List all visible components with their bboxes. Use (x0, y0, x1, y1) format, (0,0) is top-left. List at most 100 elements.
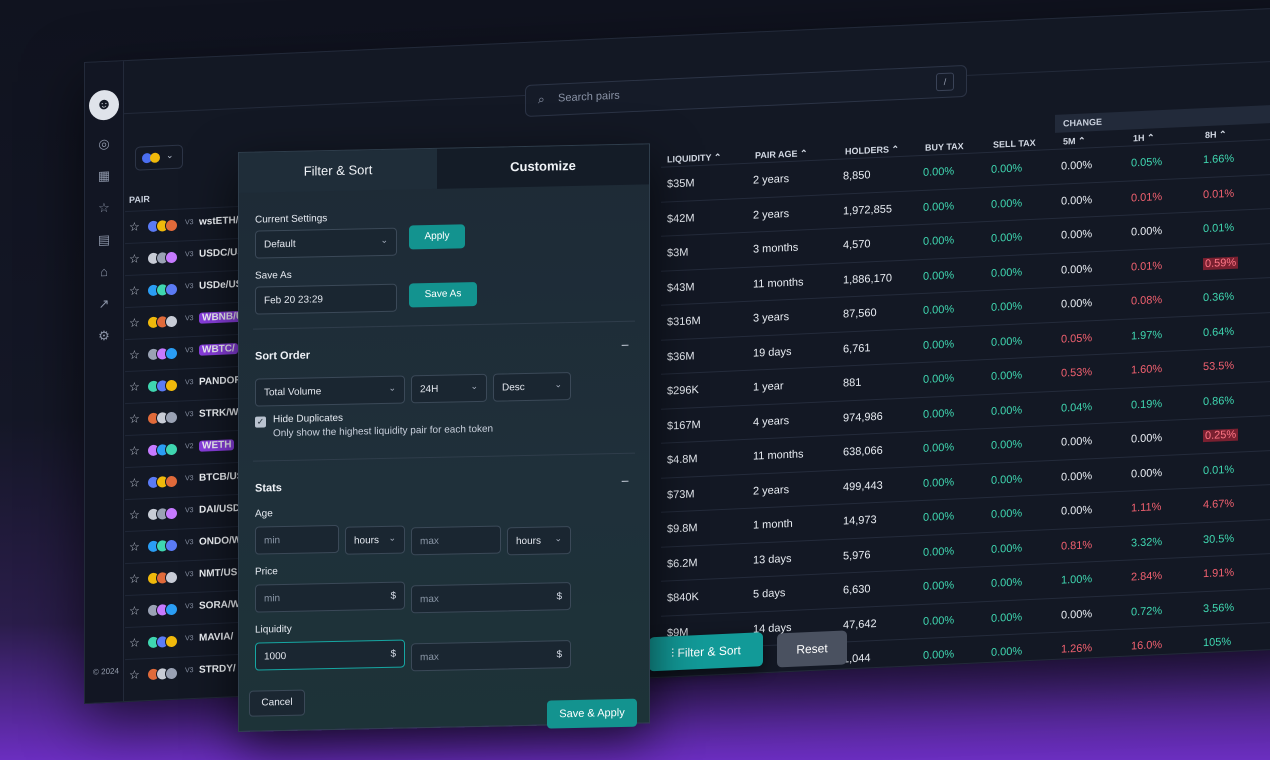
liquidity-cell: $36M (667, 349, 695, 364)
h1-header[interactable]: 1H ⌃ (1133, 132, 1155, 144)
price-max-input[interactable]: max $ (411, 582, 571, 614)
currency-label: $ (390, 590, 396, 602)
pair-name[interactable]: SORA/W (199, 599, 240, 612)
sort-field-select[interactable]: Total Volume ⌄ (255, 375, 405, 407)
sell-tax-header[interactable]: SELL TAX (993, 138, 1036, 150)
change-1h-cell: 0.00% (1131, 432, 1163, 446)
pair-name[interactable]: STRK/W (199, 407, 238, 420)
star-icon[interactable]: ☆ (129, 507, 140, 521)
cancel-button[interactable]: Cancel (249, 689, 305, 717)
hide-duplicates-checkbox[interactable]: ✓ (255, 416, 266, 428)
star-icon[interactable]: ☆ (129, 571, 140, 585)
graduation-icon[interactable]: ⌂ (96, 264, 112, 281)
apply-button[interactable]: Apply (409, 224, 465, 250)
pair-name[interactable]: WBTC/ (199, 343, 238, 356)
sort-field-value: Total Volume (264, 386, 322, 399)
pool-version: V3 (185, 571, 194, 579)
m5-header[interactable]: 5M ⌃ (1063, 136, 1086, 148)
save-as-button[interactable]: Save As (409, 281, 477, 308)
pair-name[interactable]: DAI/USD (199, 503, 240, 516)
holders-cell: 47,642 (843, 617, 877, 632)
star-icon[interactable]: ☆ (129, 539, 140, 553)
star-icon[interactable]: ☆ (129, 443, 140, 457)
change-8h-cell: 0.86% (1203, 394, 1235, 408)
filter-sort-button[interactable]: ⫶ Filter & Sort (649, 632, 763, 672)
buy-tax-header[interactable]: BUY TAX (925, 141, 964, 153)
price-min-input[interactable]: min $ (255, 581, 405, 613)
age-min-input[interactable]: min (255, 524, 339, 555)
collapse-icon[interactable]: − (621, 337, 629, 353)
pair-name[interactable]: WETH (199, 439, 235, 452)
star-icon[interactable]: ☆ (129, 251, 140, 265)
sell-tax-cell: 0.00% (991, 231, 1023, 245)
liquidity-cell: $43M (667, 280, 695, 295)
change-8h-cell: 0.59% (1203, 256, 1239, 270)
token-icon (165, 634, 178, 649)
buy-tax-cell: 0.00% (923, 475, 955, 490)
star-icon[interactable]: ☆ (129, 667, 140, 681)
pair-name[interactable]: BTCB/US (199, 471, 243, 484)
star-icon[interactable]: ☆ (96, 200, 112, 217)
sort-direction-select[interactable]: Desc ⌄ (493, 372, 571, 402)
star-icon[interactable]: ☆ (129, 219, 140, 233)
h8-header[interactable]: 8H ⌃ (1205, 129, 1227, 141)
holders-cell: 1,044 (843, 652, 871, 666)
token-icon (165, 282, 178, 297)
change-1h-cell: 1.11% (1131, 501, 1162, 515)
change-8h-cell: 0.36% (1203, 290, 1235, 305)
star-icon[interactable]: ☆ (129, 379, 140, 393)
age-min-unit-select[interactable]: hours ⌄ (345, 525, 405, 555)
tab-filter-sort[interactable]: Filter & Sort (239, 148, 437, 193)
buy-tax-cell: 0.00% (923, 303, 955, 317)
age-max-input[interactable]: max (411, 525, 501, 556)
star-icon[interactable]: ☆ (129, 315, 140, 329)
pair-name[interactable]: NMT/US (199, 567, 237, 580)
age-max-unit-select[interactable]: hours ⌄ (507, 526, 571, 556)
globe-icon[interactable]: ◎ (96, 136, 112, 153)
star-icon[interactable]: ☆ (129, 411, 140, 425)
settings-icon[interactable]: ⚙ (96, 328, 112, 345)
sell-tax-cell: 0.00% (991, 438, 1023, 452)
change-5m-cell: 0.00% (1061, 504, 1093, 518)
sort-direction-value: Desc (502, 381, 525, 394)
chain-selector[interactable]: ⌄ (135, 144, 183, 171)
grid-icon[interactable]: ▦ (96, 168, 112, 185)
pool-version: V3 (185, 283, 194, 291)
collapse-icon[interactable]: − (621, 473, 629, 489)
save-apply-button[interactable]: Save & Apply (547, 698, 637, 729)
chevron-down-icon: ⌄ (554, 379, 562, 390)
sell-tax-cell: 0.00% (991, 472, 1023, 487)
tab-customize[interactable]: Customize (437, 144, 649, 189)
star-icon[interactable]: ☆ (129, 635, 140, 649)
price-label: Price (255, 566, 278, 578)
pair-age-cell: 4 years (753, 414, 790, 429)
star-icon[interactable]: ☆ (129, 347, 140, 361)
buy-tax-cell: 0.00% (923, 544, 955, 559)
sort-window-select[interactable]: 24H ⌄ (411, 373, 487, 404)
reset-button[interactable]: Reset (777, 630, 847, 668)
sell-tax-cell: 0.00% (991, 162, 1023, 176)
pair-name[interactable]: ONDO/W (199, 535, 241, 548)
star-icon[interactable]: ☆ (129, 283, 140, 297)
change-5m-cell: 0.00% (1061, 297, 1093, 311)
buy-tax-cell: 0.00% (923, 268, 955, 283)
wallet-icon[interactable]: ▤ (96, 232, 112, 249)
star-icon[interactable]: ☆ (129, 475, 140, 489)
star-icon[interactable]: ☆ (129, 603, 140, 617)
buy-tax-cell: 0.00% (923, 441, 955, 455)
trending-icon[interactable]: ↗ (96, 296, 112, 313)
pair-name[interactable]: USDe/US (199, 279, 242, 292)
liquidity-max-input[interactable]: max $ (411, 640, 571, 672)
pair-name[interactable]: STRDY/ (199, 663, 236, 676)
save-as-value: Feb 20 23:29 (264, 294, 323, 307)
pair-name[interactable]: MAVIA/ (199, 631, 233, 644)
token-icon (165, 346, 178, 361)
save-as-input[interactable]: Feb 20 23:29 (255, 283, 397, 315)
logo-icon[interactable]: ☻ (89, 89, 119, 121)
current-settings-select[interactable]: Default ⌄ (255, 227, 397, 259)
sell-tax-cell: 0.00% (991, 403, 1023, 418)
change-1h-cell: 1.60% (1131, 363, 1163, 377)
buy-tax-cell: 0.00% (923, 199, 955, 214)
holders-cell: 14,973 (843, 514, 877, 528)
liquidity-min-input[interactable]: 1000 $ (255, 639, 405, 671)
